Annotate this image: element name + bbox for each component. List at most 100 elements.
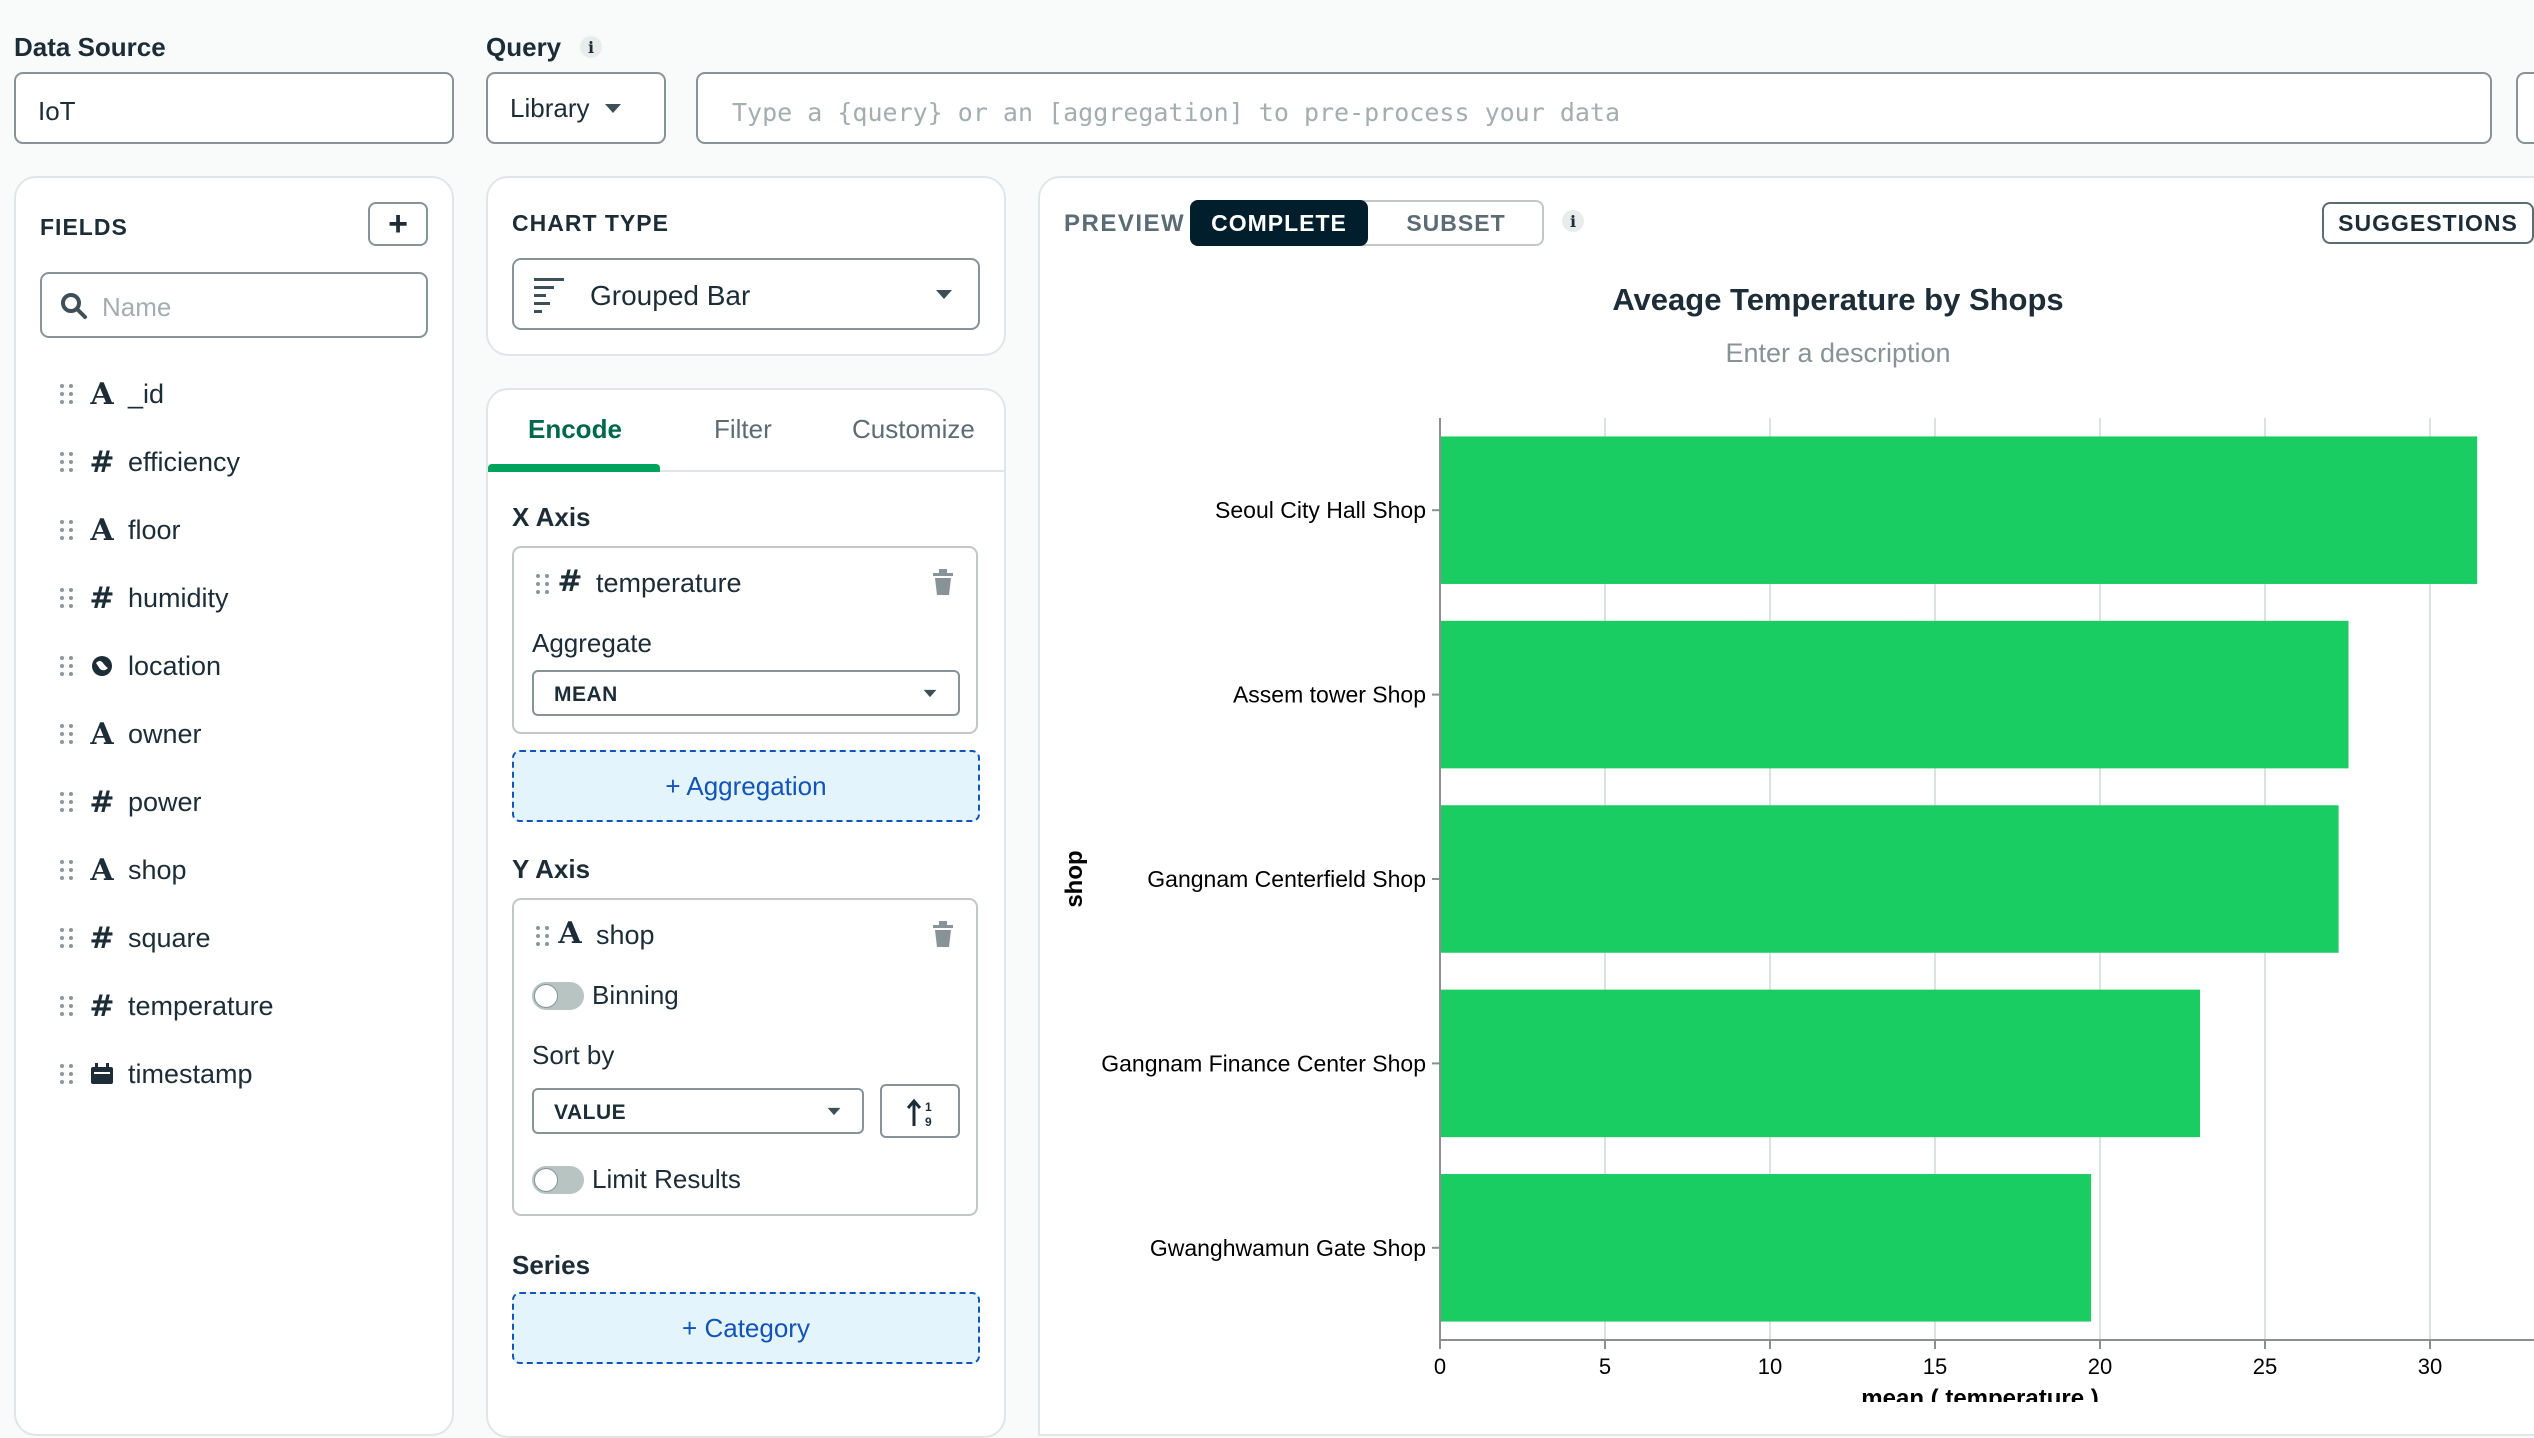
aggregate-select[interactable]: MEAN — [532, 670, 960, 716]
number-type-icon: # — [89, 580, 115, 616]
query-input[interactable]: Type a {query} or an [aggregation] to pr… — [696, 72, 2492, 144]
drag-handle-icon[interactable] — [60, 1064, 74, 1084]
x-tick-label: 25 — [2253, 1354, 2277, 1379]
chevron-down-icon — [923, 689, 937, 698]
tab-filter[interactable]: Filter — [714, 414, 772, 445]
drag-handle-icon[interactable] — [60, 724, 74, 744]
field-item-power[interactable]: # power — [60, 782, 202, 822]
tab-customize[interactable]: Customize — [852, 414, 975, 445]
number-type-icon: # — [89, 920, 115, 956]
number-type-icon: # — [89, 784, 115, 820]
sort-ascending-icon: 1 9 — [906, 1098, 932, 1128]
x-tick-label: 30 — [2418, 1354, 2442, 1379]
limit-results-toggle[interactable] — [532, 1166, 584, 1194]
string-type-icon: A — [90, 512, 114, 548]
x-tick-label: 20 — [2088, 1354, 2112, 1379]
x-axis-field-name: temperature — [596, 568, 742, 598]
number-type-icon: # — [89, 988, 115, 1024]
data-source-selector[interactable]: IoT — [14, 72, 454, 144]
tab-encode-indicator — [488, 464, 660, 472]
sort-direction-button[interactable]: 1 9 — [880, 1084, 960, 1138]
field-item-square[interactable]: # square — [60, 918, 211, 958]
bar-1[interactable] — [1441, 620, 2349, 769]
y-tick-label: Seoul City Hall Shop — [1215, 497, 1426, 523]
drag-handle-icon[interactable] — [60, 656, 74, 676]
suggestions-button[interactable]: SUGGESTIONS — [2322, 202, 2534, 244]
trash-icon[interactable] — [932, 921, 954, 947]
y-tick-label: Gwanghwamun Gate Shop — [1150, 1235, 1426, 1261]
field-item-owner[interactable]: Aowner — [60, 714, 202, 754]
drag-handle-icon[interactable] — [60, 996, 74, 1016]
drag-handle-icon[interactable] — [536, 926, 550, 946]
number-type-icon: # — [89, 444, 115, 480]
query-placeholder: Type a {query} or an [aggregation] to pr… — [732, 98, 1621, 127]
field-item-temperature[interactable]: # temperature — [60, 986, 274, 1026]
drag-handle-icon[interactable] — [60, 384, 74, 404]
field-item-humidity[interactable]: # humidity — [60, 578, 229, 618]
field-name: floor — [128, 514, 181, 545]
chevron-down-icon — [827, 1107, 841, 1116]
field-name: power — [128, 786, 202, 817]
sort-by-select[interactable]: VALUE — [532, 1088, 864, 1134]
chart-description[interactable]: Enter a description — [1038, 338, 2534, 369]
search-icon — [61, 293, 87, 319]
field-item-timestamp[interactable]: timestamp — [60, 1054, 253, 1094]
drag-handle-icon[interactable] — [60, 452, 74, 472]
y-tick-label: Gangnam Centerfield Shop — [1147, 866, 1426, 892]
string-type-icon: A — [90, 852, 114, 888]
drag-handle-icon[interactable] — [60, 928, 74, 948]
limit-results-label: Limit Results — [592, 1164, 741, 1194]
drag-handle-icon[interactable] — [60, 588, 74, 608]
tab-encode[interactable]: Encode — [528, 414, 622, 445]
query-library-button[interactable]: Library — [486, 72, 666, 144]
svg-text:1: 1 — [925, 1100, 932, 1114]
string-type-icon: A — [90, 376, 114, 412]
y-tick-label: Gangnam Finance Center Shop — [1101, 1050, 1426, 1076]
svg-text:9: 9 — [925, 1115, 932, 1128]
bar-0[interactable] — [1441, 436, 2478, 584]
number-type-icon: # — [557, 564, 583, 599]
field-item-floor[interactable]: Afloor — [60, 510, 181, 550]
data-source-value: IoT — [38, 96, 76, 126]
fields-search-placeholder: Name — [102, 292, 172, 322]
field-name: efficiency — [128, 446, 241, 477]
field-name: owner — [128, 718, 202, 749]
drag-handle-icon[interactable] — [536, 574, 550, 594]
x-tick-label: 0 — [1434, 1354, 1446, 1379]
preview-info-icon[interactable]: i — [1562, 210, 1584, 232]
trash-icon[interactable] — [932, 569, 954, 595]
aggregate-value: MEAN — [554, 683, 618, 706]
bar-4[interactable] — [1441, 1174, 2092, 1322]
drag-handle-icon[interactable] — [60, 520, 74, 540]
apply-button[interactable] — [2516, 72, 2534, 144]
chart-type-selector[interactable]: Grouped Bar — [512, 258, 980, 330]
field-item-id[interactable]: A _id — [60, 374, 164, 414]
add-field-button[interactable]: + — [368, 202, 428, 246]
query-label: Query — [486, 32, 562, 62]
drag-handle-icon[interactable] — [60, 792, 74, 812]
query-info-icon[interactable]: i — [580, 36, 602, 58]
field-item-location[interactable]: location — [60, 646, 221, 686]
chart-type-label: CHART TYPE — [512, 210, 669, 236]
bar-2[interactable] — [1441, 805, 2339, 953]
add-aggregation-button[interactable]: + Aggregation — [512, 750, 980, 822]
bar-3[interactable] — [1441, 989, 2200, 1138]
sort-by-value: VALUE — [554, 1101, 627, 1124]
field-item-shop[interactable]: Ashop — [60, 850, 187, 890]
chart-title[interactable]: Aveage Temperature by Shops — [1038, 282, 2534, 318]
y-tick-label: Assem tower Shop — [1233, 682, 1426, 708]
field-item-efficiency[interactable]: # efficiency — [60, 442, 240, 482]
preview-subset-button[interactable]: SUBSET — [1368, 200, 1544, 246]
y-axis-label: Y Axis — [512, 854, 591, 884]
drag-handle-icon[interactable] — [60, 860, 74, 880]
field-name: square — [128, 922, 211, 953]
binning-toggle[interactable] — [532, 982, 584, 1010]
add-category-button[interactable]: + Category — [512, 1292, 980, 1364]
field-name: _id — [128, 378, 165, 409]
calendar-icon — [88, 1063, 116, 1085]
fields-search-input[interactable]: Name — [40, 272, 428, 338]
field-name: temperature — [128, 990, 274, 1021]
x-axis-label: X Axis — [512, 502, 591, 532]
data-source-label: Data Source — [14, 32, 166, 62]
preview-complete-button[interactable]: COMPLETE — [1190, 200, 1368, 246]
